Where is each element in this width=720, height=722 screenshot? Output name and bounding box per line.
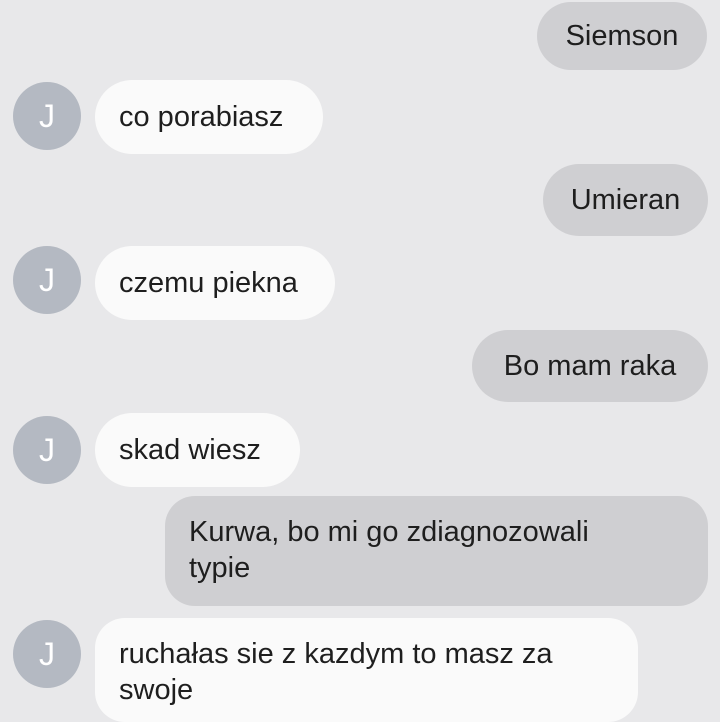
- outgoing-message: Umieran: [543, 164, 708, 236]
- contact-avatar[interactable]: J: [13, 246, 81, 314]
- message-text: Umieran: [570, 184, 681, 216]
- outgoing-message: Kurwa, bo mi go zdiagnozowali typie: [165, 496, 708, 606]
- outgoing-message: Bo mam raka: [472, 330, 708, 402]
- message-text: ruchałas sie z kazdym to masz za swoje: [119, 638, 553, 706]
- message-text: co porabiasz: [119, 101, 284, 133]
- incoming-message: czemu piekna: [95, 246, 335, 320]
- message-text: Bo mam raka: [503, 350, 677, 382]
- avatar-initial: J: [39, 635, 55, 672]
- contact-avatar[interactable]: J: [13, 82, 81, 150]
- message-text: Kurwa, bo mi go zdiagnozowali typie: [189, 516, 589, 584]
- incoming-message: co porabiasz: [95, 80, 323, 154]
- message-text: czemu piekna: [119, 267, 298, 299]
- avatar-initial: J: [39, 261, 55, 298]
- chat-thread: Siemson J co porabiasz Umieran J czemu p…: [0, 0, 720, 722]
- incoming-message: skad wiesz: [95, 413, 300, 487]
- message-text: skad wiesz: [119, 434, 261, 466]
- message-text: Siemson: [565, 20, 679, 52]
- avatar-initial: J: [39, 431, 55, 468]
- avatar-initial: J: [39, 97, 55, 134]
- incoming-message: ruchałas sie z kazdym to masz za swoje: [95, 618, 638, 722]
- contact-avatar[interactable]: J: [13, 416, 81, 484]
- outgoing-message: Siemson: [537, 2, 707, 70]
- contact-avatar[interactable]: J: [13, 620, 81, 688]
